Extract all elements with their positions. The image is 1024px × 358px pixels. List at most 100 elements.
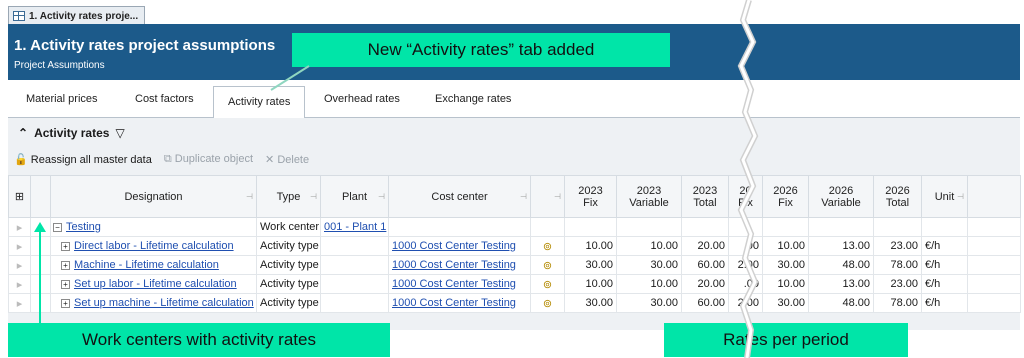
designation-link[interactable]: Set up labor - Lifetime calculation xyxy=(74,278,237,290)
col-unit[interactable]: Unit ⊣ xyxy=(921,175,968,218)
pin-icon[interactable]: ⊣ xyxy=(520,192,527,201)
column-chooser-icon[interactable]: ⊞ xyxy=(8,175,31,218)
cost-center-link[interactable]: 1000 Cost Center Testing xyxy=(392,240,516,252)
tab-cost-factors[interactable]: Cost factors xyxy=(135,93,194,105)
expand-icon[interactable]: + xyxy=(61,279,70,289)
cell-cost-center[interactable]: 1000 Cost Center Testing xyxy=(388,293,531,313)
cell-rate[interactable]: 78.00 xyxy=(873,293,922,313)
expand-icon[interactable]: + xyxy=(61,298,70,308)
cell-rate[interactable]: 48.00 xyxy=(808,255,874,275)
cell-rate[interactable]: 30.00 xyxy=(762,255,809,275)
designation-link[interactable]: Set up machine - Lifetime calculation xyxy=(74,297,254,309)
cell-rate[interactable]: 20.00 xyxy=(681,236,729,256)
col-2023-fix[interactable]: 2023 Fix xyxy=(564,175,617,218)
pin-icon[interactable]: ⊣ xyxy=(378,192,385,201)
cell-rate[interactable]: 23.00 xyxy=(873,236,922,256)
link-icon[interactable]: ⊚ xyxy=(543,260,552,272)
cell-rate[interactable]: 23.00 xyxy=(873,274,922,294)
col-2026-variable[interactable]: 2026 Variable xyxy=(808,175,874,218)
cost-center-link[interactable]: 1000 Cost Center Testing xyxy=(392,278,516,290)
duplicate-button[interactable]: ⧉ Duplicate object xyxy=(164,153,253,166)
cell-cost-center[interactable] xyxy=(388,217,531,237)
cell-designation[interactable]: + Machine - Lifetime calculation xyxy=(50,255,257,275)
cell-link-icon[interactable] xyxy=(530,217,565,237)
delete-button[interactable]: ✕ Delete xyxy=(265,153,309,166)
cell-plant[interactable] xyxy=(320,274,389,294)
section-header[interactable]: ⌃ Activity rates ▽ xyxy=(18,126,125,140)
cell-designation[interactable]: − Testing xyxy=(50,217,257,237)
pin-icon[interactable]: ⊣ xyxy=(957,192,964,201)
designation-link[interactable]: Testing xyxy=(66,221,101,233)
cell-rate[interactable]: 13.00 xyxy=(808,274,874,294)
cell-plant[interactable] xyxy=(320,293,389,313)
designation-link[interactable]: Machine - Lifetime calculation xyxy=(74,259,219,271)
pin-icon[interactable]: ⊣ xyxy=(310,192,317,201)
cell-rate[interactable] xyxy=(808,217,874,237)
row-handle[interactable]: ▸ xyxy=(8,255,31,275)
cell-link-icon[interactable]: ⊚ xyxy=(530,255,565,275)
cell-rate[interactable]: 10.00 xyxy=(762,236,809,256)
cell-rate[interactable] xyxy=(873,217,922,237)
link-icon[interactable]: ⊚ xyxy=(543,279,552,291)
cell-rate[interactable]: 60.00 xyxy=(681,255,729,275)
cell-rate[interactable] xyxy=(564,217,617,237)
cell-cost-center[interactable]: 1000 Cost Center Testing xyxy=(388,255,531,275)
cell-designation[interactable]: + Set up machine - Lifetime calculation xyxy=(50,293,257,313)
col-2026-total[interactable]: 2026 Total xyxy=(873,175,922,218)
row-handle[interactable]: ▸ xyxy=(8,293,31,313)
expand-icon[interactable]: + xyxy=(61,260,70,270)
pin-icon[interactable]: ⊣ xyxy=(554,192,561,201)
tab-exchange-rates[interactable]: Exchange rates xyxy=(435,93,511,105)
cell-rate[interactable]: 30.00 xyxy=(564,293,617,313)
cell-rate[interactable]: 10.00 xyxy=(616,236,682,256)
cost-center-link[interactable]: 1000 Cost Center Testing xyxy=(392,297,516,309)
col-type[interactable]: Type ⊣ xyxy=(256,175,321,218)
cell-rate[interactable]: 30.00 xyxy=(616,255,682,275)
cell-cost-center[interactable]: 1000 Cost Center Testing xyxy=(388,236,531,256)
table-row[interactable]: ▸ + Set up labor - Lifetime calculation Act… xyxy=(8,274,1021,294)
cell-plant[interactable]: 001 - Plant 1 xyxy=(320,217,389,237)
collapse-icon[interactable]: − xyxy=(53,222,62,232)
cell-rate[interactable]: 30.00 xyxy=(762,293,809,313)
cost-center-link[interactable]: 1000 Cost Center Testing xyxy=(392,259,516,271)
reassign-button[interactable]: 🔓 Reassign all master data xyxy=(14,153,152,166)
cell-rate[interactable]: 78.00 xyxy=(873,255,922,275)
cell-designation[interactable]: + Set up labor - Lifetime calculation xyxy=(50,274,257,294)
col-designation[interactable]: Designation ⊣ xyxy=(50,175,257,218)
link-icon[interactable]: ⊚ xyxy=(543,298,552,310)
col-2026-fix[interactable]: 2026 Fix xyxy=(762,175,809,218)
col-plant[interactable]: Plant ⊣ xyxy=(320,175,389,218)
link-icon[interactable]: ⊚ xyxy=(543,241,552,253)
expand-icon[interactable]: + xyxy=(61,241,70,251)
cell-rate[interactable]: 10.00 xyxy=(616,274,682,294)
row-handle[interactable]: ▸ xyxy=(8,274,31,294)
cell-plant[interactable] xyxy=(320,236,389,256)
cell-rate[interactable]: 20.00 xyxy=(681,274,729,294)
filter-icon[interactable]: ▽ xyxy=(115,126,124,140)
cell-rate[interactable]: 30.00 xyxy=(564,255,617,275)
cell-plant[interactable] xyxy=(320,255,389,275)
tab-overhead-rates[interactable]: Overhead rates xyxy=(324,93,400,105)
tab-material-prices[interactable]: Material prices xyxy=(26,93,98,105)
cell-rate[interactable]: 10.00 xyxy=(564,236,617,256)
cell-rate[interactable]: 60.00 xyxy=(681,293,729,313)
col-link[interactable]: ⊣ xyxy=(530,175,565,218)
designation-link[interactable]: Direct labor - Lifetime calculation xyxy=(74,240,234,252)
cell-rate[interactable]: 48.00 xyxy=(808,293,874,313)
cell-link-icon[interactable]: ⊚ xyxy=(530,274,565,294)
cell-designation[interactable]: + Direct labor - Lifetime calculation xyxy=(50,236,257,256)
cell-link-icon[interactable]: ⊚ xyxy=(530,236,565,256)
cell-link-icon[interactable]: ⊚ xyxy=(530,293,565,313)
cell-rate[interactable]: 13.00 xyxy=(808,236,874,256)
cell-rate[interactable] xyxy=(616,217,682,237)
document-tab[interactable]: 1. Activity rates proje... xyxy=(8,6,146,25)
cell-rate[interactable] xyxy=(681,217,729,237)
plant-link[interactable]: 001 - Plant 1 xyxy=(324,221,386,233)
table-row[interactable]: ▸ + Set up machine - Lifetime calculation A… xyxy=(8,293,1021,313)
cell-rate[interactable]: 10.00 xyxy=(564,274,617,294)
cell-cost-center[interactable]: 1000 Cost Center Testing xyxy=(388,274,531,294)
table-row[interactable]: ▸ + Machine - Lifetime calculation Activity… xyxy=(8,255,1021,275)
col-2023-total[interactable]: 2023 Total xyxy=(681,175,729,218)
row-handle[interactable]: ▸ xyxy=(8,217,31,237)
collapse-icon[interactable]: ⌃ xyxy=(18,126,28,140)
